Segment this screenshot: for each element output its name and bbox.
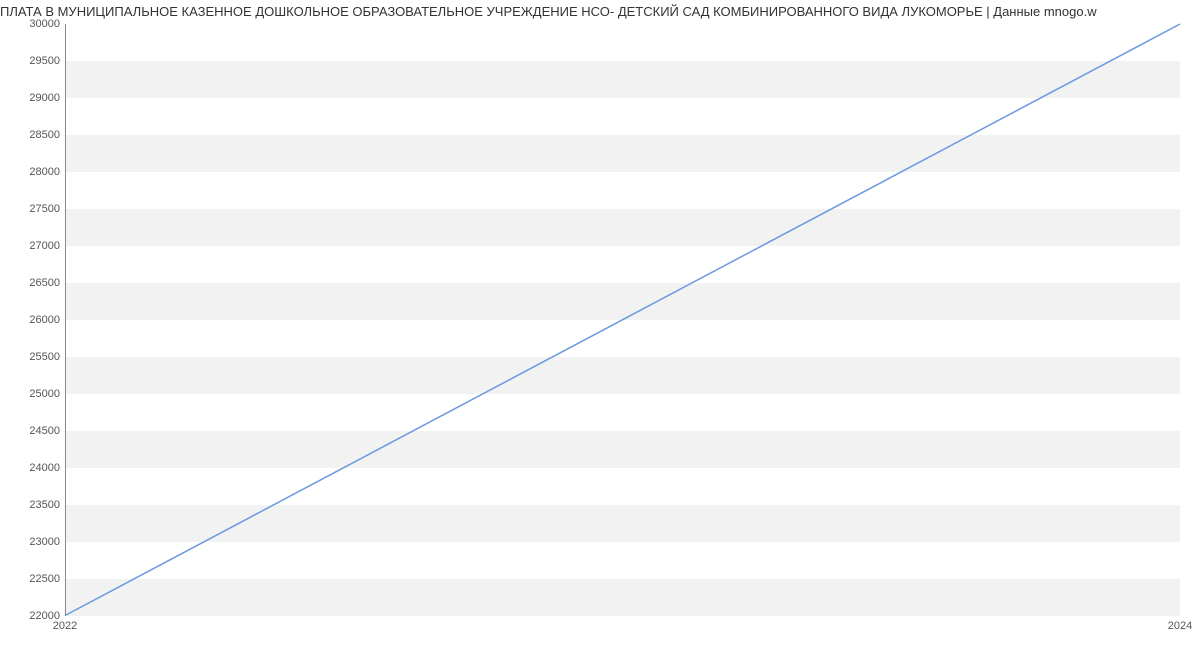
- y-tick-label: 30000: [5, 18, 60, 30]
- y-tick-label: 29500: [5, 55, 60, 67]
- data-line: [66, 24, 1180, 615]
- y-tick-label: 25000: [5, 388, 60, 400]
- y-tick-label: 26000: [5, 314, 60, 326]
- plot-area: [65, 24, 1180, 616]
- y-tick-label: 28500: [5, 129, 60, 141]
- y-tick-label: 23000: [5, 536, 60, 548]
- chart-container: ПЛАТА В МУНИЦИПАЛЬНОЕ КАЗЕННОЕ ДОШКОЛЬНО…: [0, 0, 1200, 650]
- chart-title: ПЛАТА В МУНИЦИПАЛЬНОЕ КАЗЕННОЕ ДОШКОЛЬНО…: [0, 0, 1200, 21]
- y-tick-label: 27500: [5, 203, 60, 215]
- x-tick-label: 2022: [53, 620, 77, 632]
- y-tick-label: 22000: [5, 610, 60, 622]
- y-tick-label: 28000: [5, 166, 60, 178]
- y-tick-label: 25500: [5, 351, 60, 363]
- y-tick-label: 26500: [5, 277, 60, 289]
- y-tick-label: 24500: [5, 425, 60, 437]
- y-tick-label: 22500: [5, 573, 60, 585]
- x-tick-label: 2024: [1168, 620, 1192, 632]
- line-svg: [66, 24, 1180, 615]
- y-tick-label: 29000: [5, 92, 60, 104]
- y-tick-label: 24000: [5, 462, 60, 474]
- y-tick-label: 27000: [5, 240, 60, 252]
- y-tick-label: 23500: [5, 499, 60, 511]
